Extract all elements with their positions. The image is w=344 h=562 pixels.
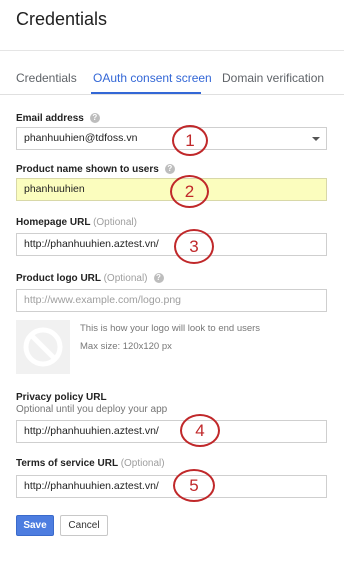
annotation-circle-5: 5 — [173, 469, 215, 502]
annotation-circle-2: 2 — [170, 175, 209, 208]
logo-preview — [16, 320, 70, 374]
logo-url-input[interactable]: http://www.example.com/logo.png — [16, 289, 327, 312]
annotation-circle-1: 1 — [172, 125, 208, 156]
homepage-url-input[interactable]: http://phanhuuhien.aztest.vn/ — [16, 233, 327, 256]
question-circle-icon[interactable]: ? — [164, 164, 175, 175]
caret-down-icon — [312, 137, 320, 141]
active-tab-indicator — [91, 92, 201, 94]
privacy-url-sublabel: Optional until you deploy your app — [16, 404, 168, 415]
privacy-url-label: Privacy policy URL — [16, 392, 107, 403]
page-title: Credentials — [16, 9, 108, 29]
annotation-circle-4: 4 — [180, 414, 220, 447]
annotation-circle-3: 3 — [174, 229, 214, 264]
tos-url-input[interactable]: http://phanhuuhien.aztest.vn/ — [16, 475, 327, 498]
tab-oauth-consent-screen[interactable]: OAuth consent screen — [93, 71, 212, 85]
logo-url-label: Product logo URL (Optional)? — [16, 273, 164, 284]
no-image-icon — [23, 327, 63, 367]
logo-max-size: Max size: 120x120 px — [80, 341, 172, 352]
question-circle-icon[interactable]: ? — [153, 273, 164, 284]
page-header: Credentials — [0, 0, 344, 51]
privacy-url-input[interactable]: http://phanhuuhien.aztest.vn/ — [16, 420, 327, 443]
tab-credentials[interactable]: Credentials — [16, 71, 77, 85]
homepage-url-label: Homepage URL (Optional) — [16, 217, 137, 228]
email-select-value: phanhuuhien@tdfoss.vn — [24, 132, 138, 144]
logo-preview-text: This is how your logo will look to end u… — [80, 323, 261, 334]
question-circle-icon[interactable]: ? — [89, 113, 100, 124]
product-name-label: Product name shown to users? — [16, 164, 175, 175]
tos-url-label: Terms of service URL (Optional) — [16, 458, 165, 469]
tab-bar: Credentials OAuth consent screen Domain … — [0, 51, 344, 95]
save-button[interactable]: Save — [16, 515, 54, 536]
cancel-button[interactable]: Cancel — [60, 515, 108, 536]
email-label: Email address? — [16, 113, 100, 124]
tab-domain-verification[interactable]: Domain verification — [222, 71, 324, 85]
